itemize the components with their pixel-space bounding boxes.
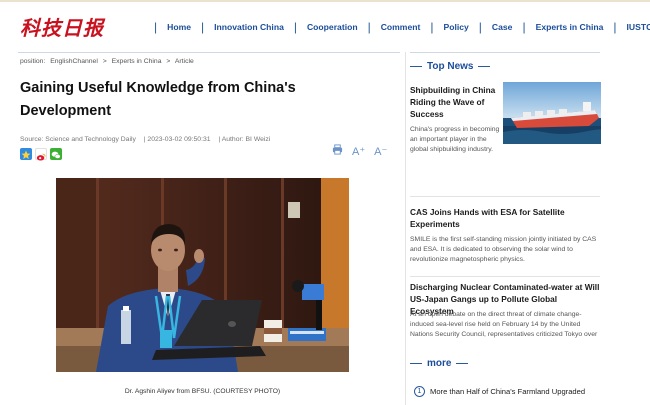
news-title-2[interactable]: CAS Joins Hands with ESA for Satellite E… [410, 206, 600, 230]
article-photo [56, 178, 349, 372]
article-date: | 2023-03-02 09:50:31 [143, 136, 211, 143]
qzone-icon[interactable] [20, 148, 32, 160]
print-icon[interactable] [332, 144, 343, 158]
content-divider [18, 52, 400, 53]
nav-cooperation[interactable]: Cooperation [301, 22, 364, 32]
more-heading: more [410, 358, 469, 369]
breadcrumb-label: position: [20, 58, 46, 65]
breadcrumb-experts-in-china[interactable]: Experts in China [112, 58, 162, 65]
breadcrumb-englishchannel[interactable]: EnglishChannel [50, 58, 98, 65]
news-summary-3: At an open debate on the direct threat o… [410, 311, 598, 338]
nav-innovation-china[interactable]: Innovation China [208, 22, 290, 32]
news-title-1[interactable]: Shipbuilding in China Riding the Wave of… [410, 84, 498, 120]
article-source: Source: Science and Technology Daily [20, 136, 136, 143]
photo-caption: Dr. Agshin Aliyev from BFSU. (COURTESY P… [124, 388, 281, 395]
top-news-heading: Top News [410, 61, 491, 72]
article-author: | Author: BI Weizi [218, 136, 271, 143]
nav-home[interactable]: Home [161, 22, 197, 32]
font-decrease-icon[interactable]: A⁻ [374, 145, 387, 158]
nav-experts-in-china[interactable]: Experts in China [530, 22, 610, 32]
article-meta: Source: Science and Technology Daily | 2… [20, 136, 276, 143]
nav-comment[interactable]: Comment [375, 22, 427, 32]
more-list-item[interactable]: 1 More than Half of China's Farmland Upg… [414, 386, 585, 397]
article-title: Gaining Useful Knowledge from China's De… [20, 80, 296, 119]
nav-policy[interactable]: Policy [437, 22, 474, 32]
font-increase-icon[interactable]: A⁺ [352, 145, 365, 158]
news-summary-2: SMILE is the first self-standing mission… [410, 236, 597, 263]
wechat-icon[interactable] [50, 148, 62, 160]
nav-case[interactable]: Case [486, 22, 519, 32]
share-bar [20, 148, 62, 161]
column-divider [405, 52, 406, 405]
weibo-icon[interactable] [35, 148, 47, 161]
sidebar-divider [410, 52, 600, 53]
more-item-title[interactable]: More than Half of China's Farmland Upgra… [430, 387, 585, 396]
main-nav: | Home | Innovation China | Cooperation … [150, 20, 650, 34]
news-image-1[interactable] [503, 82, 601, 144]
site-header: 科技日报 | Home | Innovation China | Coopera… [0, 2, 650, 50]
more-label[interactable]: more [427, 358, 451, 369]
top-news-label: Top News [427, 61, 474, 72]
site-logo[interactable]: 科技日报 [20, 12, 104, 41]
nav-iustc[interactable]: IUSTC [621, 22, 650, 32]
news-summary-1: China's progress in becoming an importan… [410, 126, 500, 153]
breadcrumb-article: Article [174, 58, 194, 65]
article-tools: A⁺ A⁻ [332, 144, 387, 158]
breadcrumb: position: EnglishChannel > Experts in Ch… [20, 58, 194, 65]
list-number-badge: 1 [414, 386, 425, 397]
